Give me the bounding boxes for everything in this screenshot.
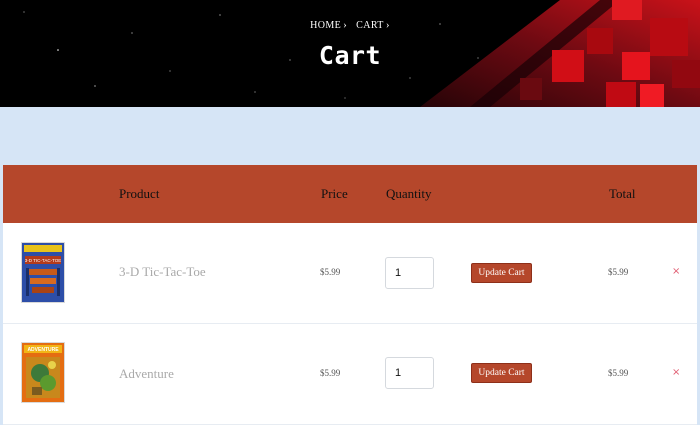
table-header: Product Price Quantity Total <box>3 165 697 223</box>
header-quantity: Quantity <box>386 186 432 201</box>
breadcrumb-cart[interactable]: CART › <box>356 19 390 31</box>
quantity-input[interactable] <box>385 257 434 289</box>
chevron-right-icon: › <box>385 19 390 31</box>
svg-text:3-D TIC-TAC-TOE: 3-D TIC-TAC-TOE <box>25 258 62 263</box>
game-cover-image: ADVENTURE <box>22 343 64 402</box>
table-row: ADVENTURE Adventure $5.99 Update Cart $5… <box>3 324 697 425</box>
product-price: $5.99 <box>320 267 341 277</box>
row-total: $5.99 <box>608 368 629 378</box>
breadcrumb: HOME › CART › <box>0 19 700 31</box>
chevron-right-icon: › <box>343 19 348 31</box>
hero-banner: HOME › CART › Cart <box>0 0 700 107</box>
remove-item-icon[interactable]: × <box>672 367 680 378</box>
table-row: 3-D TIC-TAC-TOE 3-D Tic-Tac-Toe $5.99 Up… <box>3 223 697 324</box>
page-title: Cart <box>318 41 382 70</box>
header-product: Product <box>119 186 160 201</box>
product-thumbnail[interactable]: 3-D TIC-TAC-TOE <box>21 242 65 303</box>
header-total: Total <box>609 186 636 201</box>
product-price: $5.99 <box>320 368 341 378</box>
remove-item-icon[interactable]: × <box>672 266 680 277</box>
svg-text:ADVENTURE: ADVENTURE <box>27 347 59 353</box>
game-cover-image: 3-D TIC-TAC-TOE <box>22 243 64 302</box>
update-cart-button[interactable]: Update Cart <box>471 363 532 383</box>
header-price: Price <box>321 186 348 201</box>
product-name[interactable]: 3-D Tic-Tac-Toe <box>119 264 206 280</box>
breadcrumb-home[interactable]: HOME › <box>310 19 347 31</box>
row-total: $5.99 <box>608 267 629 277</box>
product-thumbnail[interactable]: ADVENTURE <box>21 342 65 403</box>
cart-table: Product Price Quantity Total 3-D TIC-TAC… <box>3 165 697 425</box>
update-cart-button[interactable]: Update Cart <box>471 263 532 283</box>
quantity-input[interactable] <box>385 357 434 389</box>
product-name[interactable]: Adventure <box>119 366 174 382</box>
